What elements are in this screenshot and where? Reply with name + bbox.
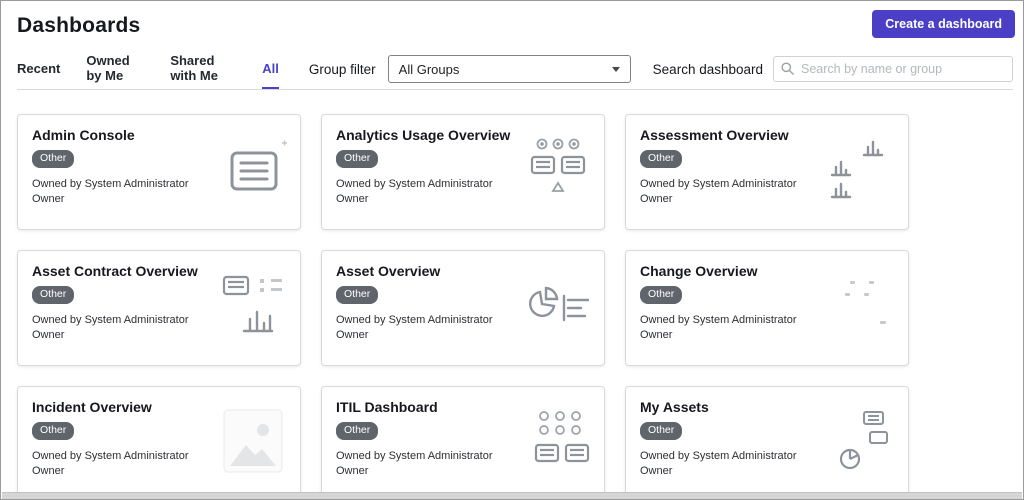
card-badge: Other	[336, 286, 379, 304]
card-badge: Other	[32, 422, 75, 440]
card-badge: Other	[640, 286, 683, 304]
multi-widgets-thumbnail-icon	[520, 135, 596, 207]
tab-shared-with-me[interactable]: Shared with Me	[170, 49, 236, 89]
dashboard-card[interactable]: Change Overview Other Owned by System Ad…	[625, 250, 909, 366]
tab-owned-by-me[interactable]: Owned by Me	[86, 49, 144, 89]
list-bars-thumbnail-icon	[216, 271, 292, 343]
dashboards-page: Dashboards Create a dashboard Recent Owne…	[0, 0, 1024, 500]
group-filter-value: All Groups	[398, 61, 460, 77]
dashboard-card[interactable]: Admin Console Other Owned by System Admi…	[17, 114, 301, 230]
card-badge: Other	[640, 150, 683, 168]
search-dashboard-label: Search dashboard	[652, 61, 763, 77]
mixed-icons-thumbnail-icon	[824, 407, 900, 479]
dashboard-card[interactable]: Assessment Overview Other Owned by Syste…	[625, 114, 909, 230]
search-box	[773, 56, 1013, 82]
report-list-thumbnail-icon	[216, 135, 292, 207]
cards-grid: Admin Console Other Owned by System Admi…	[1, 90, 1023, 499]
group-filter: Group filter All Groups	[309, 55, 631, 83]
tab-recent[interactable]: Recent	[17, 49, 60, 89]
toolbar: Recent Owned by Me Shared with Me All Group…	[17, 49, 1013, 90]
page-header: Dashboards Create a dashboard	[1, 1, 1023, 49]
group-filter-label: Group filter	[308, 61, 376, 77]
dashboard-card[interactable]: Asset Contract Overview Other Owned by S…	[17, 250, 301, 366]
card-badge: Other	[640, 422, 683, 440]
card-badge: Other	[32, 286, 75, 304]
dashboard-card[interactable]: Incident Overview Other Owned by System …	[17, 386, 301, 499]
page-title: Dashboards	[17, 14, 141, 37]
search-dashboard: Search dashboard	[653, 56, 1013, 82]
dashboard-card[interactable]: Analytics Usage Overview Other Owned by …	[321, 114, 605, 230]
search-icon	[781, 62, 794, 75]
chevron-down-icon	[611, 66, 620, 72]
dashboard-card[interactable]: My Assets Other Owned by System Administ…	[625, 386, 909, 499]
card-badge: Other	[336, 150, 379, 168]
dots-thumbnail-icon	[824, 271, 900, 343]
card-badge: Other	[336, 422, 379, 440]
tab-bar: Recent Owned by Me Shared with Me All	[17, 49, 279, 89]
search-input[interactable]	[773, 56, 1013, 82]
card-badge: Other	[32, 150, 75, 168]
horizontal-scrollbar[interactable]	[2, 492, 1022, 499]
tab-all[interactable]: All	[262, 49, 279, 89]
group-filter-select[interactable]: All Groups	[387, 55, 631, 83]
dashboard-card[interactable]: ITIL Dashboard Other Owned by System Adm…	[321, 386, 605, 499]
image-placeholder-thumbnail-icon	[216, 407, 292, 479]
dashboard-card[interactable]: Asset Overview Other Owned by System Adm…	[321, 250, 605, 366]
bar-charts-thumbnail-icon	[824, 135, 900, 207]
create-dashboard-button[interactable]: Create a dashboard	[872, 10, 1015, 38]
pie-bars-thumbnail-icon	[520, 271, 596, 343]
grid-icons-thumbnail-icon	[520, 407, 596, 479]
